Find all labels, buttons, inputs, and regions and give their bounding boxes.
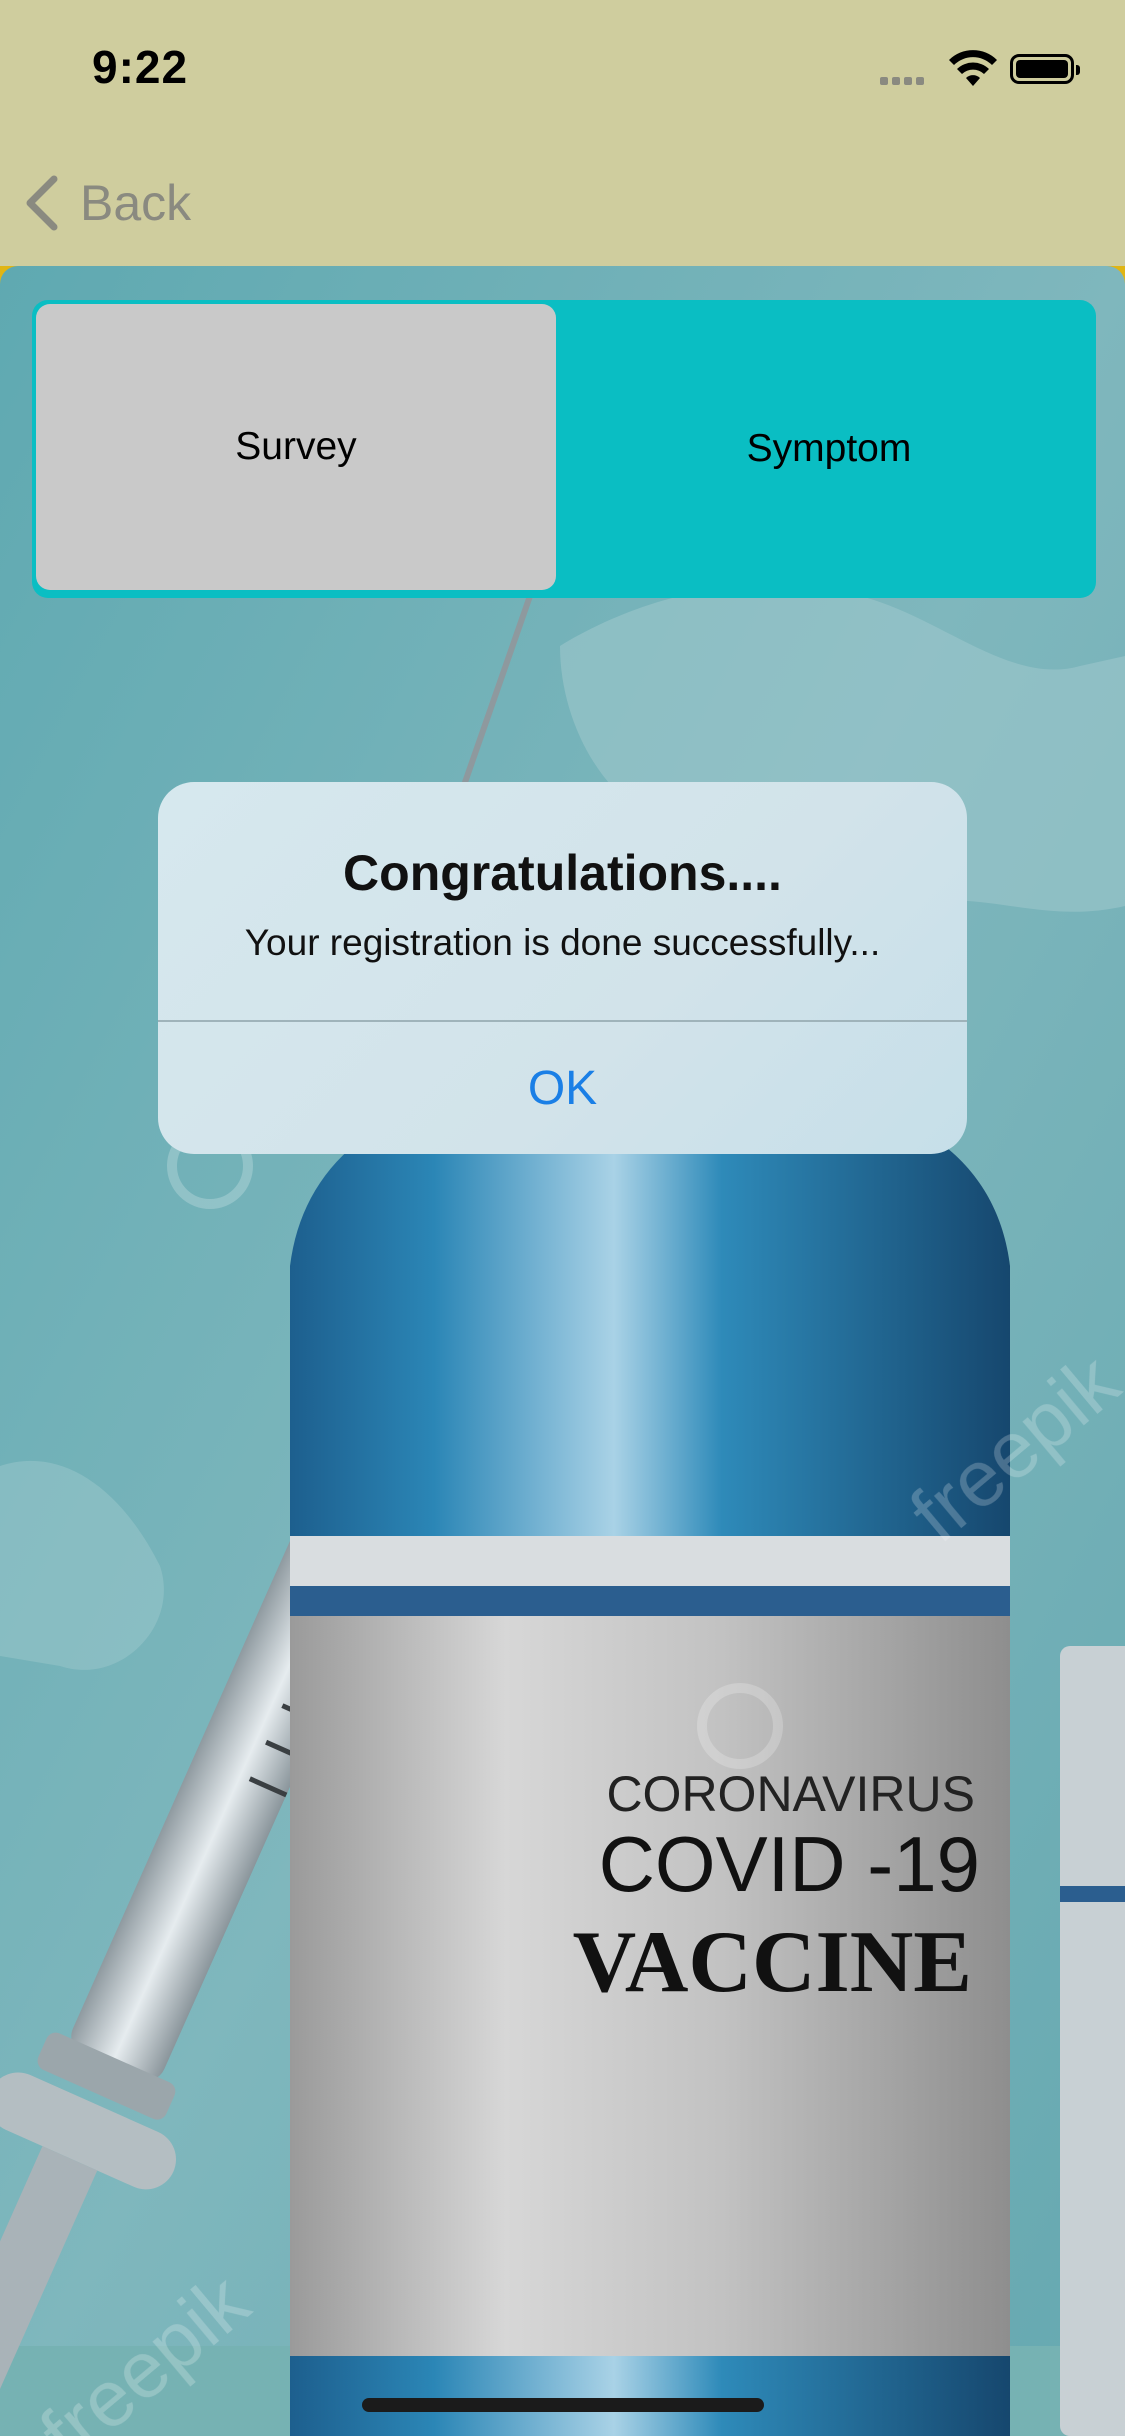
back-label: Back [80, 175, 192, 231]
segmented-control: Survey Symptom [32, 300, 1096, 598]
svg-text:COVID -19: COVID -19 [599, 1820, 980, 1908]
status-time: 9:22 [92, 41, 189, 93]
alert-title: Congratulations.... [343, 845, 782, 901]
tab-survey[interactable]: Survey [36, 304, 556, 590]
status-bar: 9:22 [0, 0, 1125, 140]
tab-symptom[interactable]: Symptom [562, 300, 1096, 598]
chevron-left-icon [26, 175, 58, 231]
battery-icon [1010, 54, 1080, 84]
alert-ok-button[interactable]: OK [158, 1022, 967, 1154]
svg-text:VACCINE: VACCINE [573, 1914, 972, 2011]
svg-text:CORONAVIRUS: CORONAVIRUS [606, 1766, 975, 1822]
home-indicator [362, 2398, 764, 2412]
main-content: CORONAVIRUS COVID -19 VACCINE freepik fr… [0, 266, 1125, 2436]
tab-survey-label: Survey [235, 425, 357, 468]
navigation-bar: Back [0, 140, 1125, 266]
back-button[interactable]: Back [22, 168, 191, 238]
signal-icon [880, 72, 928, 90]
tab-symptom-label: Symptom [746, 427, 912, 470]
wifi-icon [949, 50, 997, 86]
alert-dialog: Congratulations.... Your registration is… [158, 782, 967, 1154]
alert-message: Your registration is done successfully..… [244, 922, 881, 963]
